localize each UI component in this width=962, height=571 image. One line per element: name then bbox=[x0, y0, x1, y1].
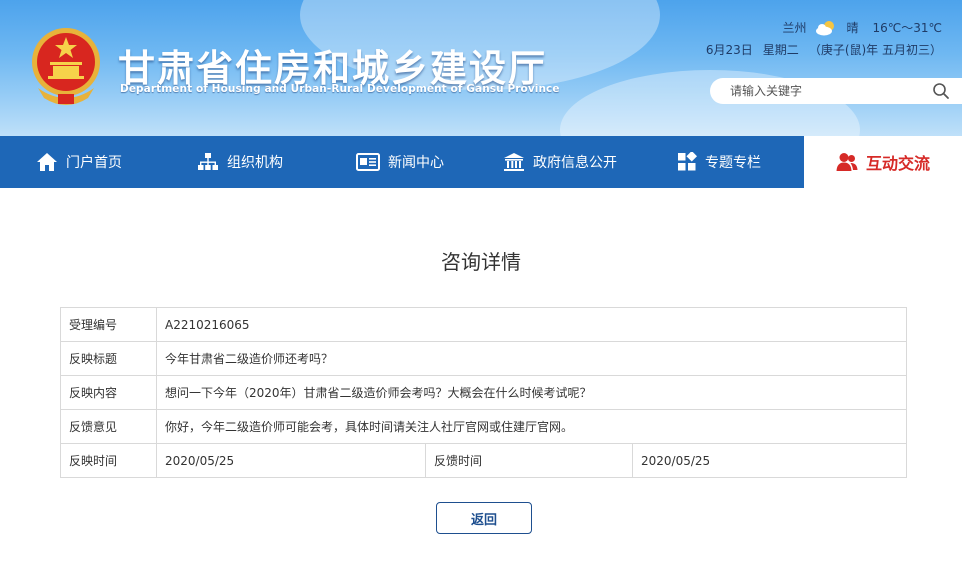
government-building-icon bbox=[504, 153, 524, 171]
nav-label: 互动交流 bbox=[865, 154, 930, 173]
row-value: 今年甘肃省二级造价师还考吗？ bbox=[156, 341, 907, 376]
nav-label: 专题专栏 bbox=[705, 155, 761, 171]
weather-condition: 晴 bbox=[846, 21, 859, 35]
back-button[interactable]: 返回 bbox=[436, 502, 532, 534]
row-label: 反映标题 bbox=[60, 341, 157, 376]
table-row: 反馈意见 你好，今年二级造价师可能会考，具体时间请关注人社厅官网或住建厅官网。 bbox=[60, 409, 907, 444]
search-input[interactable] bbox=[730, 82, 920, 100]
reply-time-label: 反馈时间 bbox=[425, 443, 633, 478]
grid-icon bbox=[678, 152, 697, 171]
submit-time-label: 反映时间 bbox=[60, 443, 157, 478]
nav-item-home[interactable]: 门户首页 bbox=[36, 136, 122, 188]
table-row: 反映标题 今年甘肃省二级造价师还考吗？ bbox=[60, 341, 907, 376]
site-header: 甘肃省住房和城乡建设厅 Department of Housing and Ur… bbox=[0, 0, 962, 136]
current-date: 6月23日 bbox=[705, 43, 753, 57]
submit-time-value: 2020/05/25 bbox=[156, 443, 426, 478]
nav-label: 组织机构 bbox=[227, 155, 283, 171]
lunar-date: （庚子(鼠)年 五月初三） bbox=[808, 43, 942, 57]
table-row: 反映时间 2020/05/25 反馈时间 2020/05/25 bbox=[60, 443, 907, 478]
row-value: A2210216065 bbox=[156, 307, 907, 342]
home-icon bbox=[37, 153, 57, 171]
partly-cloudy-icon bbox=[816, 20, 835, 35]
nav-item-gov-info[interactable]: 政府信息公开 bbox=[503, 136, 617, 188]
nav-item-news[interactable]: 新闻中心 bbox=[356, 136, 444, 188]
consultation-detail-table: 受理编号 A2210216065 反映标题 今年甘肃省二级造价师还考吗？ 反映内… bbox=[60, 307, 907, 478]
nav-label: 新闻中心 bbox=[388, 155, 444, 171]
weather-temperature: 16℃～31℃ bbox=[872, 21, 943, 35]
page-title: 咨询详情 bbox=[441, 250, 521, 274]
nav-label: 门户首页 bbox=[66, 155, 122, 171]
nav-item-interaction[interactable]: 互动交流 bbox=[804, 136, 962, 188]
nav-label: 政府信息公开 bbox=[533, 155, 617, 171]
row-label: 反映内容 bbox=[60, 375, 157, 410]
org-chart-icon bbox=[198, 153, 218, 170]
site-subtitle: Department of Housing and Urban-Rural De… bbox=[120, 83, 560, 95]
row-value: 想问一下今年（2020年）甘肃省二级造价师会考吗？大概会在什么时候考试呢？ bbox=[156, 375, 907, 410]
search-box bbox=[710, 78, 962, 104]
row-label: 受理编号 bbox=[60, 307, 157, 342]
newspaper-icon bbox=[356, 153, 380, 171]
table-row: 受理编号 A2210216065 bbox=[60, 307, 907, 342]
nav-item-special-topics[interactable]: 专题专栏 bbox=[677, 136, 761, 188]
search-icon[interactable] bbox=[932, 82, 950, 100]
table-row: 反映内容 想问一下今年（2020年）甘肃省二级造价师会考吗？大概会在什么时候考试… bbox=[60, 375, 907, 410]
row-value: 你好，今年二级造价师可能会考，具体时间请关注人社厅官网或住建厅官网。 bbox=[156, 409, 907, 444]
national-emblem-icon bbox=[32, 28, 100, 105]
weather-city: 兰州 bbox=[782, 21, 807, 35]
row-label: 反馈意见 bbox=[60, 409, 157, 444]
current-weekday: 星期二 bbox=[762, 43, 799, 57]
users-icon bbox=[836, 153, 858, 171]
main-nav: 门户首页 组织机构 新闻中心 政府信息公开 专题专栏 互动交流 bbox=[0, 136, 962, 188]
nav-item-organization[interactable]: 组织机构 bbox=[197, 136, 283, 188]
reply-time-value: 2020/05/25 bbox=[632, 443, 907, 478]
